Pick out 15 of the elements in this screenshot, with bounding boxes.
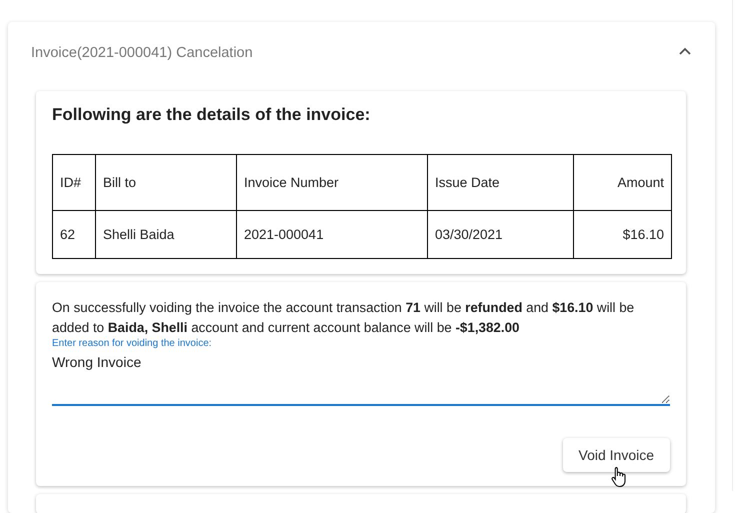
void-invoice-button[interactable]: Void Invoice — [562, 438, 670, 472]
column-header: Issue Date — [428, 154, 574, 210]
table-cell: 62 — [52, 210, 96, 258]
collapse-button[interactable] — [677, 45, 693, 57]
table-cell: 03/30/2021 — [428, 210, 574, 258]
panel-title: Invoice(2021-000041) Cancelation — [31, 45, 253, 61]
table-cell: Shelli Baida — [96, 210, 236, 258]
void-message: On successfully voiding the invoice the account transaction 71 will be refunded and $16.10 will be added to Baida, Shelli account and current account balance will be -$1,382.00 — [52, 299, 636, 337]
table-cell: 2021-000041 — [236, 210, 428, 258]
column-header: Invoice Number — [236, 154, 428, 210]
column-header: Amount — [574, 154, 672, 210]
column-header: ID# — [52, 154, 96, 210]
details-heading: Following are the details of the invoice: — [52, 105, 372, 125]
table-cell: $16.10 — [574, 210, 672, 258]
column-header: Bill to — [96, 154, 236, 210]
